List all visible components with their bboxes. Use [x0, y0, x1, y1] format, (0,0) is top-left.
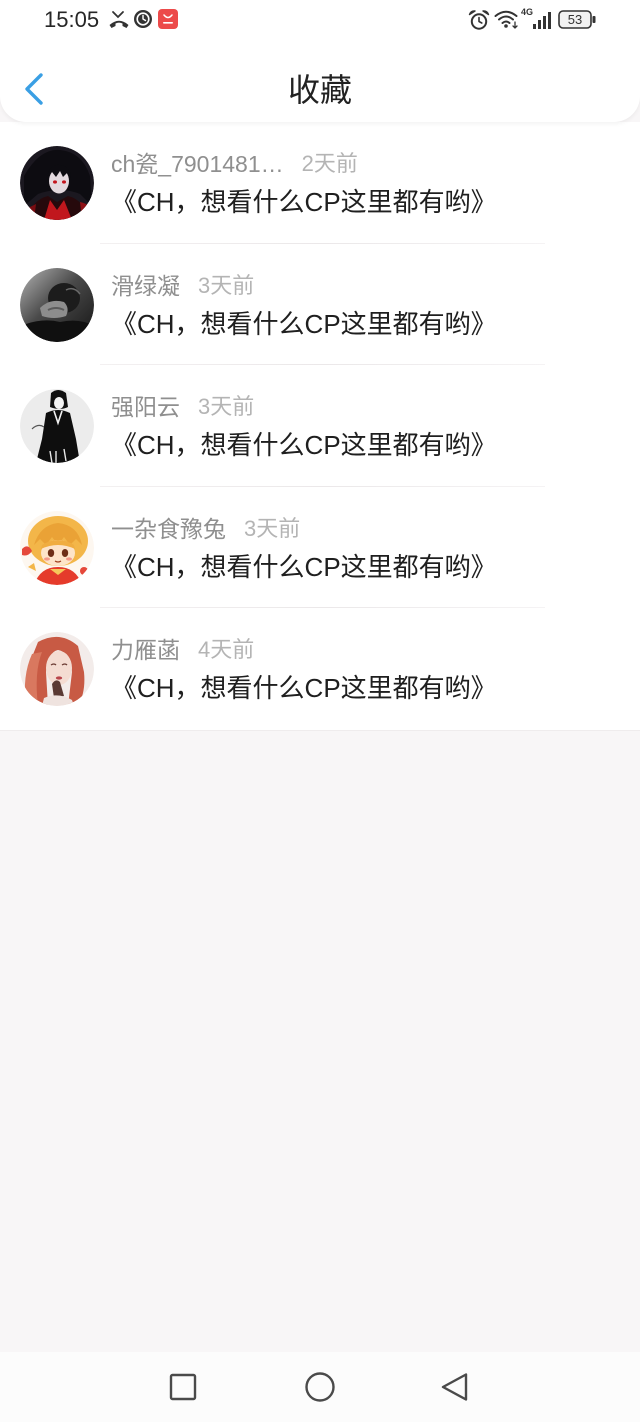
timestamp: 2天前: [301, 151, 358, 176]
alarm-icon: [468, 10, 490, 30]
timestamp: 4天前: [198, 637, 255, 663]
avatar[interactable]: [20, 632, 94, 707]
avatar-image: [20, 510, 94, 585]
list-item[interactable]: 力雁菡 4天前 《CH，想看什么CP这里都有哟》: [0, 608, 640, 730]
user-name: 强阳云: [111, 394, 180, 421]
avatar[interactable]: [20, 389, 94, 464]
item-meta: 一杂食豫兔 3天前: [111, 516, 300, 542]
favorites-list: ch瓷_7901481… 2天前 《CH，想看什么CP这里都有哟》 滑绿凝 3天…: [0, 122, 640, 731]
system-nav-bar: [0, 1352, 640, 1422]
user-name: 滑绿凝: [111, 272, 180, 299]
list-item[interactable]: 强阳云 3天前 《CH，想看什么CP这里都有哟》: [0, 365, 640, 487]
item-message: 《CH，想看什么CP这里都有哟》: [111, 187, 497, 217]
item-message: 《CH，想看什么CP这里都有哟》: [111, 430, 497, 461]
list-item[interactable]: ch瓷_7901481… 2天前 《CH，想看什么CP这里都有哟》: [0, 122, 640, 244]
item-message: 《CH，想看什么CP这里都有哟》: [111, 673, 497, 704]
list-item[interactable]: 滑绿凝 3天前 《CH，想看什么CP这里都有哟》: [0, 244, 640, 366]
wifi-icon: [494, 10, 518, 29]
item-meta: ch瓷_7901481… 2天前: [111, 151, 358, 177]
avatar[interactable]: [20, 510, 94, 585]
timestamp: 3天前: [198, 394, 255, 420]
signal-icon: [533, 12, 551, 29]
avatar[interactable]: [20, 267, 94, 342]
missed-call-icon: [109, 11, 129, 28]
avatar-image: [20, 632, 94, 707]
item-meta: 滑绿凝 3天前: [111, 273, 254, 299]
item-message: 《CH，想看什么CP这里都有哟》: [111, 551, 497, 582]
avatar[interactable]: [20, 146, 94, 220]
home-icon[interactable]: [304, 1371, 336, 1403]
app-notification-icon: [158, 9, 178, 29]
avatar-image: [20, 146, 94, 220]
avatar-image: [20, 267, 94, 342]
item-message: 《CH，想看什么CP这里都有哟》: [111, 308, 497, 339]
item-meta: 力雁菡 4天前: [111, 637, 254, 663]
avatar-image: [20, 389, 94, 464]
user-name: ch瓷_7901481…: [111, 151, 284, 177]
user-name: 力雁菡: [111, 637, 180, 664]
timer-icon: [134, 10, 152, 28]
timestamp: 3天前: [198, 272, 255, 298]
app-header: 15:05 4G 53 收藏: [0, 0, 640, 122]
list-item[interactable]: 一杂食豫兔 3天前 《CH，想看什么CP这里都有哟》: [0, 487, 640, 609]
back-icon[interactable]: [438, 1371, 470, 1403]
page-title: 收藏: [287, 72, 352, 108]
battery-level: 53: [567, 12, 583, 27]
timestamp: 3天前: [244, 515, 301, 541]
user-name: 一杂食豫兔: [111, 515, 226, 542]
item-meta: 强阳云 3天前: [111, 394, 254, 420]
status-time: 15:05: [44, 7, 100, 32]
recent-apps-icon[interactable]: [168, 1372, 198, 1402]
